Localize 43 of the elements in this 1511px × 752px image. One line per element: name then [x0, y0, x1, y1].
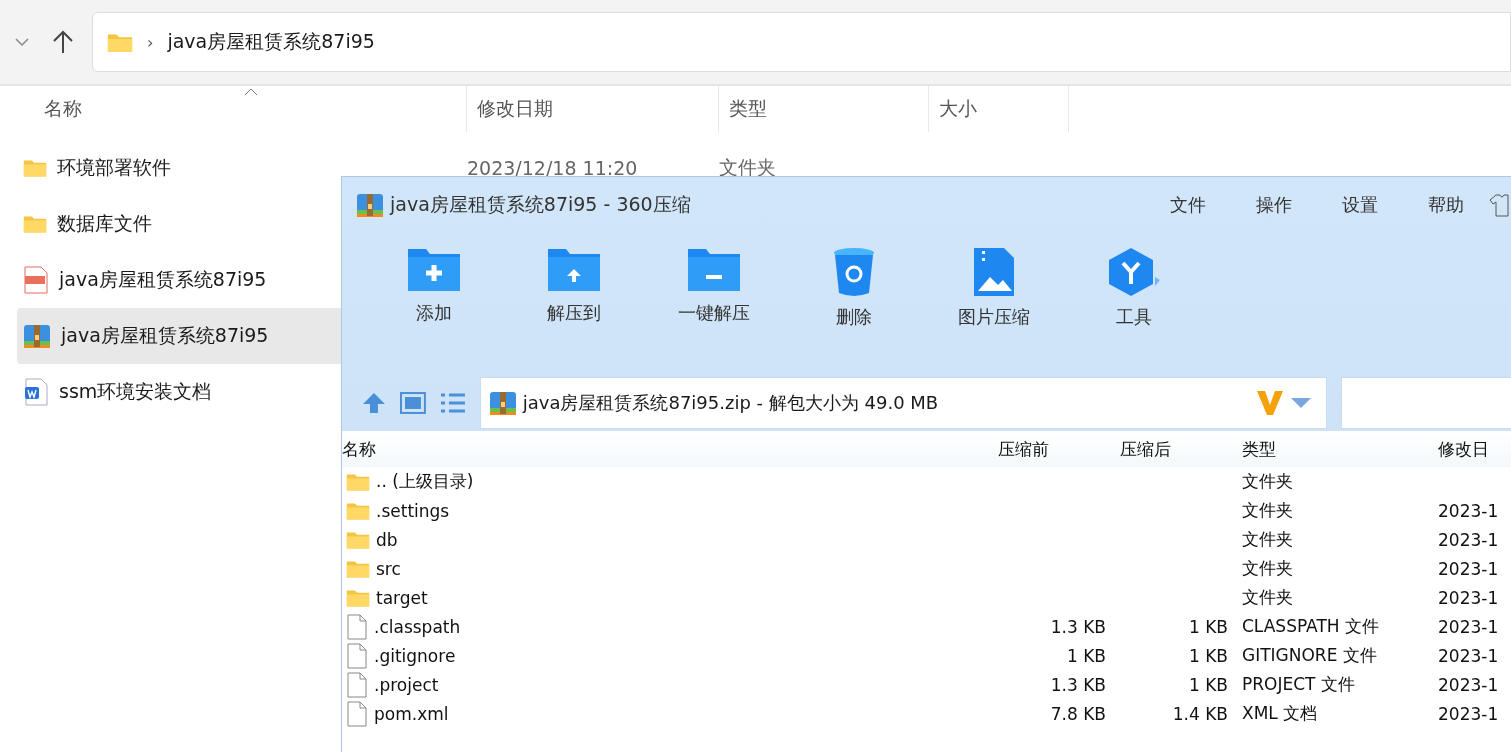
file-name: .classpath	[374, 616, 461, 637]
file-name: 环境部署软件	[57, 155, 171, 180]
window-title: java房屋租赁系统87i95 - 360压缩	[390, 191, 691, 217]
breadcrumb-separator: ›	[147, 32, 154, 52]
file-name: target	[376, 587, 428, 608]
file-name: .gitignore	[374, 645, 456, 666]
file-name: .settings	[376, 500, 450, 521]
file-date: 2023-1	[1437, 645, 1499, 666]
file-type: XML 文档	[1241, 703, 1318, 723]
file-type: 文件夹	[719, 156, 776, 178]
size-after: 1 KB	[1188, 674, 1229, 695]
size-before: 7.8 KB	[1050, 703, 1107, 724]
file-name: db	[376, 529, 398, 550]
file-type: 文件夹	[1241, 529, 1293, 549]
size-after: 1 KB	[1188, 616, 1229, 637]
size-before: 1.3 KB	[1050, 616, 1107, 637]
file-type: 文件夹	[1241, 500, 1293, 520]
file-date: 2023-1	[1437, 674, 1499, 695]
file-date: 2023-1	[1437, 529, 1499, 550]
file-date: 2023-1	[1437, 500, 1499, 521]
file-type: 文件夹	[1241, 471, 1293, 491]
file-type: 文件夹	[1241, 558, 1293, 578]
size-after: 1.4 KB	[1172, 703, 1229, 724]
file-name: src	[376, 558, 401, 579]
file-name: 数据库文件	[57, 211, 152, 236]
file-name: .. (上级目录)	[376, 470, 474, 493]
file-name: .project	[374, 674, 439, 695]
size-before: 1 KB	[1066, 645, 1107, 666]
file-name: pom.xml	[374, 703, 449, 724]
size-after: 1 KB	[1188, 645, 1229, 666]
file-name: java房屋租赁系统87i95	[61, 323, 269, 348]
file-name: java房屋租赁系统87i95	[59, 267, 267, 292]
file-type: PROJECT 文件	[1241, 674, 1355, 694]
file-date: 2023-1	[1437, 703, 1499, 724]
file-date: 2023-1	[1437, 587, 1499, 608]
file-date: 2023-1	[1437, 616, 1499, 637]
file-type: GITIGNORE 文件	[1241, 645, 1377, 665]
file-date: 2023-1	[1437, 558, 1499, 579]
file-type: CLASSPATH 文件	[1241, 616, 1379, 636]
file-date: 2023/12/18 11:20	[467, 157, 638, 179]
size-before: 1.3 KB	[1050, 674, 1107, 695]
file-name: ssm环境安装文档	[59, 379, 212, 404]
file-type: 文件夹	[1241, 587, 1293, 607]
